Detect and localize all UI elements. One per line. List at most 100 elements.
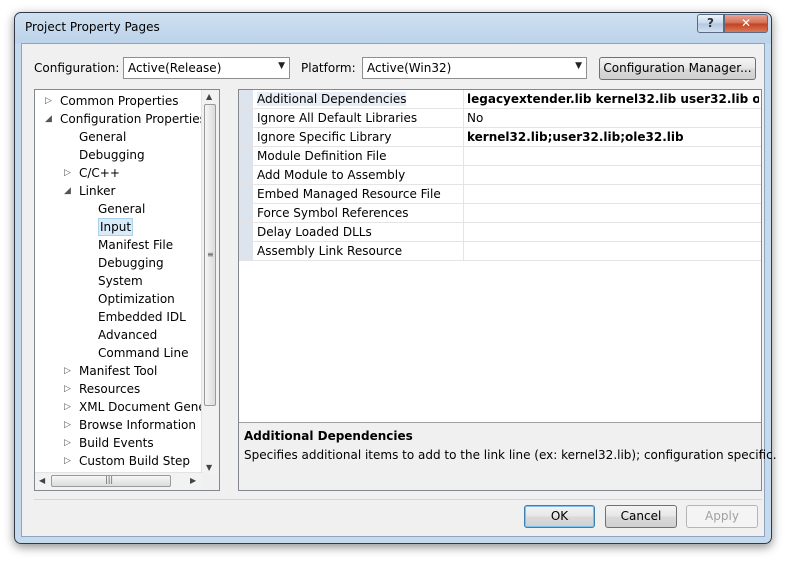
tree-item[interactable]: ◢ Configuration Properties (35, 110, 203, 128)
tree-item-label: Build Events (79, 436, 154, 450)
apply-button[interactable]: Apply (686, 505, 758, 528)
ok-button[interactable]: OK (524, 505, 595, 528)
row-gutter (239, 166, 253, 184)
property-row[interactable]: Force Symbol References (239, 204, 761, 223)
property-row[interactable]: Embed Managed Resource File (239, 185, 761, 204)
tree-item[interactable]: Debugging (35, 254, 203, 272)
tree-item[interactable]: System (35, 272, 203, 290)
vertical-scroll-thumb[interactable]: ≡ (204, 104, 216, 406)
tree-item[interactable]: ▷ Manifest Tool (35, 362, 203, 380)
tree-item[interactable]: ▷ Custom Build Step (35, 452, 203, 470)
column-divider (463, 109, 464, 127)
expanded-arrow-icon[interactable]: ◢ (45, 110, 55, 128)
chevron-down-icon: ▼ (278, 61, 285, 71)
chevron-down-icon: ▼ (575, 61, 582, 71)
collapsed-arrow-icon[interactable]: ▷ (45, 92, 55, 110)
column-divider (463, 223, 464, 241)
tree-item-label: Common Properties (60, 94, 179, 108)
title-bar[interactable]: Project Property Pages ? ✕ (15, 13, 771, 43)
collapsed-arrow-icon[interactable]: ▷ (64, 434, 74, 452)
tree-item[interactable]: Command Line (35, 344, 203, 362)
tree-item-label: Optimization (98, 292, 175, 306)
column-divider (463, 166, 464, 184)
property-tree[interactable]: ▷ Common Properties ◢ Configuration Propert… (34, 89, 220, 491)
horizontal-scroll-thumb[interactable]: ||| (51, 475, 171, 487)
scroll-left-icon[interactable]: ◀ (39, 476, 45, 485)
tree-item[interactable]: Optimization (35, 290, 203, 308)
property-row[interactable]: Module Definition File (239, 147, 761, 166)
tree-items: ▷ Common Properties ◢ Configuration Propert… (35, 90, 203, 475)
scroll-down-icon[interactable]: ▼ (206, 463, 212, 472)
tree-item[interactable]: ▷ XML Document Genera (35, 398, 203, 416)
property-name: Delay Loaded DLLs (257, 225, 372, 239)
dialog-client-area: Configuration: Active(Release) ▼ Platfor… (21, 43, 777, 537)
tree-item-label: Custom Build Step (79, 454, 191, 468)
tree-item[interactable]: Embedded IDL (35, 308, 203, 326)
scroll-right-icon[interactable]: ▶ (190, 476, 196, 485)
tree-item[interactable]: ▷ C/C++ (35, 164, 203, 182)
property-grid[interactable]: Additional Dependencies legacyextender.li… (238, 89, 777, 491)
row-gutter (239, 223, 253, 241)
tree-item-label: General (79, 130, 127, 144)
tree-item-label: Embedded IDL (98, 310, 186, 324)
property-name: Ignore Specific Library (257, 130, 392, 144)
description-text: Specifies additional items to add to the… (244, 448, 777, 462)
tree-item-label: Advanced (98, 328, 158, 342)
property-row[interactable]: Add Module to Assembly (239, 166, 761, 185)
cancel-button[interactable]: Cancel (605, 505, 677, 528)
tree-item-label: General (98, 202, 146, 216)
tree-item[interactable]: General (35, 200, 203, 218)
close-button[interactable]: ✕ (724, 14, 768, 33)
configuration-dropdown[interactable]: Active(Release) ▼ (123, 57, 290, 79)
tree-vertical-scrollbar[interactable]: ▲ ≡ ▼ (201, 90, 219, 475)
row-gutter (239, 185, 253, 203)
property-value[interactable]: No (467, 111, 759, 125)
property-pages-window: Project Property Pages ? ✕ Configuration… (14, 12, 777, 544)
tree-item[interactable]: General (35, 128, 203, 146)
tree-item[interactable]: Input (35, 218, 203, 236)
divider (34, 499, 762, 500)
collapsed-arrow-icon[interactable]: ▷ (64, 398, 74, 416)
tree-item[interactable]: ▷ Build Events (35, 434, 203, 452)
property-value[interactable]: legacyextender.lib kernel32.lib user32.l… (467, 92, 759, 106)
configuration-manager-button[interactable]: Configuration Manager... (599, 57, 756, 80)
collapsed-arrow-icon[interactable]: ▷ (64, 416, 74, 434)
platform-dropdown[interactable]: Active(Win32) ▼ (362, 57, 587, 79)
tree-item[interactable]: Debugging (35, 146, 203, 164)
column-divider (463, 185, 464, 203)
property-row[interactable]: Delay Loaded DLLs (239, 223, 761, 242)
property-name: Additional Dependencies (257, 92, 407, 106)
property-row[interactable]: Ignore All Default Libraries No (239, 109, 761, 128)
row-gutter (239, 242, 253, 260)
tree-item-label: Resources (79, 382, 141, 396)
property-row[interactable]: Ignore Specific Library kernel32.lib;user… (239, 128, 761, 147)
column-divider (463, 128, 464, 146)
collapsed-arrow-icon[interactable]: ▷ (64, 362, 74, 380)
help-icon: ? (707, 16, 714, 30)
collapsed-arrow-icon[interactable]: ▷ (64, 380, 74, 398)
grip-icon: ||| (105, 475, 114, 484)
tree-item-label: XML Document Genera (79, 400, 203, 414)
tree-item[interactable]: ◢ Linker (35, 182, 203, 200)
expanded-arrow-icon[interactable]: ◢ (64, 182, 74, 200)
property-name: Force Symbol References (257, 206, 409, 220)
row-gutter (239, 128, 253, 146)
tree-item[interactable]: Advanced (35, 326, 203, 344)
tree-item[interactable]: Manifest File (35, 236, 203, 254)
tree-item-label: Browse Information (79, 418, 196, 432)
tree-item[interactable]: ▷ Resources (35, 380, 203, 398)
collapsed-arrow-icon[interactable]: ▷ (64, 164, 74, 182)
tree-item[interactable]: ▷ Browse Information (35, 416, 203, 434)
scroll-up-icon[interactable]: ▲ (206, 92, 212, 101)
collapsed-arrow-icon[interactable]: ▷ (64, 452, 74, 470)
property-row[interactable]: Additional Dependencies legacyextender.li… (239, 90, 761, 109)
description-title: Additional Dependencies (244, 429, 413, 443)
tree-horizontal-scrollbar[interactable]: ◀ ||| ▶ (35, 472, 203, 490)
property-row[interactable]: Assembly Link Resource (239, 242, 761, 261)
help-button[interactable]: ? (697, 14, 724, 33)
property-value[interactable]: kernel32.lib;user32.lib;ole32.lib (467, 130, 759, 144)
tree-item[interactable]: ▷ Common Properties (35, 92, 203, 110)
row-gutter (239, 109, 253, 127)
column-divider (463, 204, 464, 222)
grip-icon: ≡ (207, 250, 214, 259)
